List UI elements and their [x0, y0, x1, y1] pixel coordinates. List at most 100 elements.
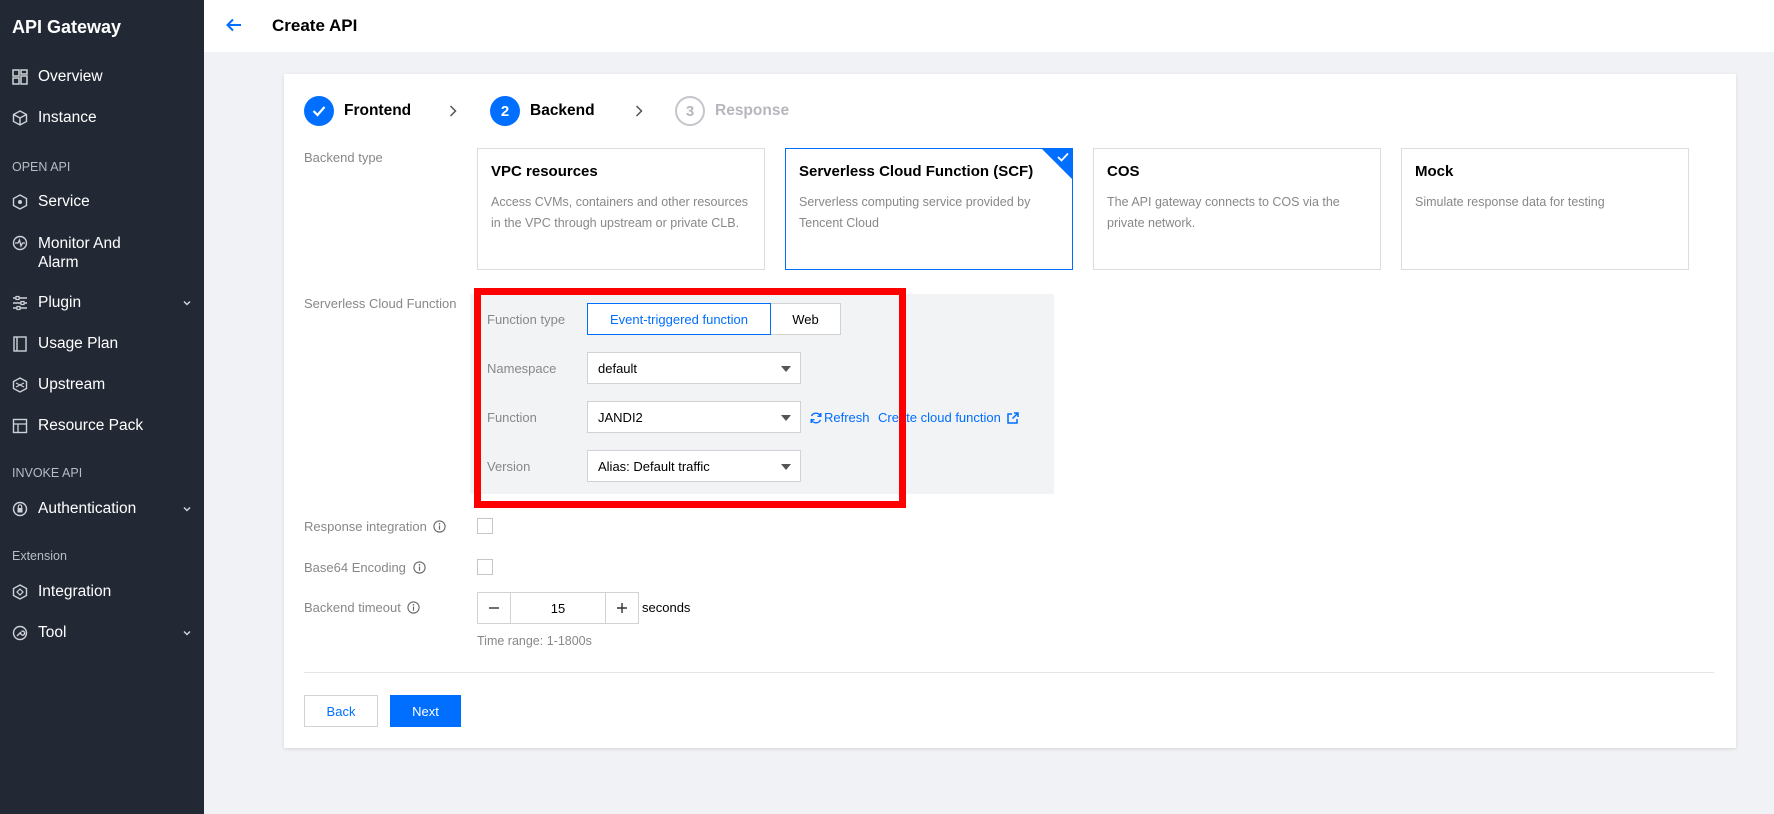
sidebar-item-label: Usage Plan [38, 335, 119, 352]
check-icon [312, 106, 326, 117]
version-select[interactable]: Alias: Default traffic [587, 450, 801, 482]
caret-down-icon [781, 366, 791, 372]
response-integration-checkbox[interactable] [477, 518, 493, 534]
plugin-icon [13, 295, 27, 311]
external-link-icon [1007, 411, 1019, 424]
timeout-label: Backend timeout [304, 600, 401, 615]
namespace-select[interactable]: default [587, 352, 801, 384]
decrement-button[interactable] [478, 593, 510, 623]
brand-title: API Gateway [12, 17, 122, 37]
function-label: Function [487, 410, 537, 425]
backend-option-cos[interactable]: COS The API gateway connects to COS via … [1093, 148, 1381, 270]
sidebar-item-overview[interactable]: Overview [12, 68, 192, 86]
sidebar-item-tool[interactable]: Tool [12, 624, 192, 642]
dashboard-icon [12, 69, 28, 85]
backend-option-vpc[interactable]: VPC resources Access CVMs, containers an… [477, 148, 765, 270]
check-icon [1057, 152, 1069, 162]
sidebar-item-label: Overview [38, 68, 103, 85]
function-type-label: Function type [487, 312, 566, 327]
page-header: Create API [204, 0, 1774, 52]
section-extension: Extension [12, 549, 67, 563]
base64-row: Base64 Encoding [304, 560, 426, 575]
namespace-label: Namespace [487, 361, 557, 376]
caret-down-icon [781, 415, 791, 421]
authentication-icon [12, 501, 28, 517]
function-select[interactable]: JANDI2 [587, 401, 801, 433]
sidebar-item-service[interactable]: Service [12, 193, 192, 211]
select-value: Alias: Default traffic [598, 458, 710, 474]
section-invoke-api: INVOKE API [12, 466, 83, 480]
integration-icon [12, 584, 28, 600]
plus-icon [617, 603, 627, 613]
info-icon[interactable] [412, 561, 426, 574]
sidebar-item-upstream[interactable]: Upstream [12, 376, 192, 394]
divider [304, 672, 1714, 673]
create-api-card: Frontend 2 Backend 3 Response Backend ty… [284, 74, 1736, 748]
sidebar-item-monitor[interactable]: Monitor And Alarm [12, 234, 192, 272]
step-response: 3 Response [675, 96, 789, 126]
tile-title: VPC resources [491, 163, 598, 180]
caret-down-icon [781, 464, 791, 470]
select-value: default [598, 360, 638, 376]
sidebar-item-label: Integration [38, 583, 112, 600]
sidebar-item-authentication[interactable]: Authentication [12, 500, 192, 518]
service-icon [12, 194, 28, 210]
event-triggered-option[interactable]: Event-triggered function [587, 303, 771, 335]
minus-icon [489, 607, 499, 609]
sidebar-item-usage-plan[interactable]: Usage Plan [12, 335, 192, 353]
base64-checkbox[interactable] [477, 559, 493, 575]
sidebar-item-label: Service [38, 193, 90, 210]
tile-desc: Serverless computing service provided by… [799, 195, 1031, 230]
info-icon[interactable] [433, 520, 447, 533]
web-option[interactable]: Web [771, 303, 841, 335]
back-arrow-icon[interactable] [224, 15, 244, 35]
chevron-right-icon [449, 105, 457, 117]
refresh-icon [810, 412, 822, 423]
sidebar: API Gateway Overview Instance OPEN API S… [0, 0, 204, 814]
sidebar-item-resource-pack[interactable]: Resource Pack [12, 417, 192, 435]
back-button[interactable]: Back [304, 695, 378, 727]
backend-option-mock[interactable]: Mock Simulate response data for testing [1401, 148, 1689, 270]
usage-plan-icon [13, 336, 27, 352]
monitor-icon [12, 235, 28, 251]
chevron-down-icon [183, 506, 191, 512]
increment-button[interactable] [606, 593, 638, 623]
timeout-unit: seconds [642, 600, 691, 615]
chevron-down-icon [183, 300, 191, 306]
step-label: Frontend [344, 102, 412, 119]
sidebar-item-label: Resource Pack [38, 417, 144, 434]
base64-label: Base64 Encoding [304, 560, 406, 575]
sidebar-item-plugin[interactable]: Plugin [12, 294, 192, 312]
timeout-row: Backend timeout [304, 600, 421, 615]
sidebar-item-instance[interactable]: Instance [12, 109, 192, 127]
create-cloud-function-label: Create cloud function [878, 410, 1001, 425]
section-open-api: OPEN API [12, 160, 71, 174]
tile-title: Mock [1415, 163, 1454, 180]
tile-desc: Access CVMs, containers and other resour… [491, 195, 749, 230]
timeout-hint: Time range: 1-1800s [477, 634, 592, 648]
step-number: 3 [675, 96, 705, 126]
response-integration-label: Response integration [304, 519, 427, 534]
create-cloud-function-link[interactable]: Create cloud function [878, 410, 1019, 425]
refresh-label: Refresh [824, 410, 870, 425]
step-number: 2 [490, 96, 520, 126]
refresh-link[interactable]: Refresh [809, 410, 870, 425]
timeout-stepper: 15 [477, 592, 639, 624]
response-integration-row: Response integration [304, 519, 447, 534]
chevron-right-icon [635, 105, 643, 117]
info-icon[interactable] [407, 601, 421, 614]
resource-pack-icon [12, 418, 28, 434]
tool-icon [12, 625, 28, 641]
sidebar-item-label: Upstream [38, 376, 106, 393]
sidebar-item-label: Plugin [38, 294, 82, 311]
step-frontend: Frontend [304, 96, 411, 126]
next-button[interactable]: Next [390, 695, 461, 727]
select-value: JANDI2 [598, 409, 643, 425]
timeout-input[interactable]: 15 [510, 593, 606, 623]
backend-option-scf[interactable]: Serverless Cloud Function (SCF) Serverle… [785, 148, 1073, 270]
chevron-down-icon [183, 630, 191, 636]
sidebar-item-integration[interactable]: Integration [12, 583, 192, 601]
tile-title: Serverless Cloud Function (SCF) [799, 163, 1034, 180]
tile-desc: Simulate response data for testing [1415, 195, 1605, 209]
scf-label: Serverless Cloud Function [304, 296, 457, 311]
